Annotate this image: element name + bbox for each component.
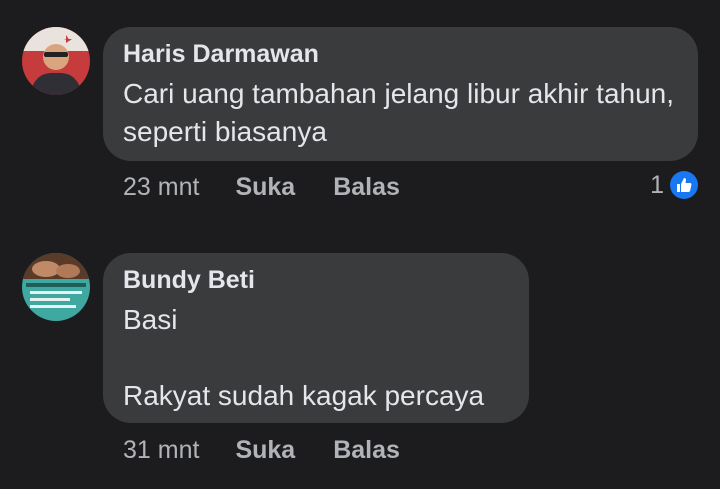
comment-author[interactable]: Bundy Beti xyxy=(123,265,509,295)
like-icon xyxy=(670,171,698,199)
reaction-count: 1 xyxy=(650,170,664,199)
avatar-photo-icon xyxy=(22,253,90,321)
reaction-summary[interactable]: 1 xyxy=(650,168,698,202)
comment-timestamp[interactable]: 23 mnt xyxy=(123,173,199,202)
avatar[interactable] xyxy=(22,27,90,95)
comment-timestamp[interactable]: 31 mnt xyxy=(123,436,199,465)
reply-button[interactable]: Balas xyxy=(333,436,400,465)
comment-bubble: Bundy Beti Basi Rakyat sudah kagak perca… xyxy=(103,253,529,423)
like-button[interactable]: Suka xyxy=(235,173,295,202)
like-button[interactable]: Suka xyxy=(235,436,295,465)
reply-button[interactable]: Balas xyxy=(333,173,400,202)
comment-actions: 31 mnt Suka Balas xyxy=(123,433,438,467)
comment-actions: 23 mnt Suka Balas xyxy=(123,170,438,204)
avatar-photo-icon xyxy=(22,27,90,95)
comment-bubble: Haris Darmawan Cari uang tambahan jelang… xyxy=(103,27,698,161)
comment-text: Basi Rakyat sudah kagak percaya xyxy=(123,304,485,411)
comment-text: Cari uang tambahan jelang libur akhir ta… xyxy=(123,78,675,147)
avatar[interactable] xyxy=(22,253,90,321)
comment-author[interactable]: Haris Darmawan xyxy=(123,39,678,69)
